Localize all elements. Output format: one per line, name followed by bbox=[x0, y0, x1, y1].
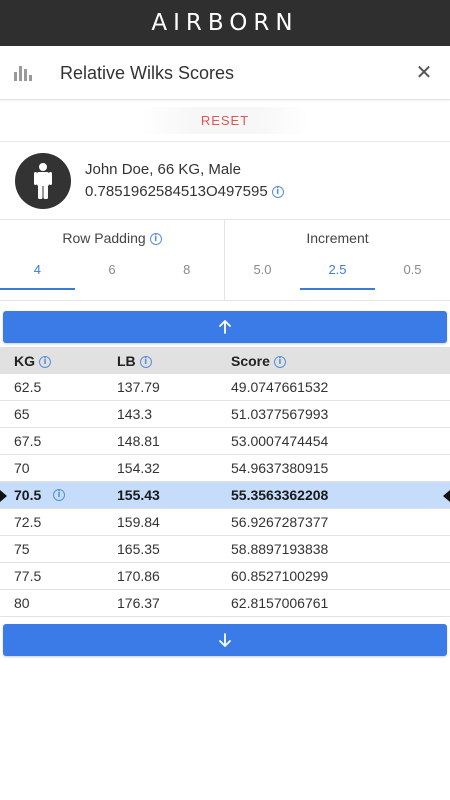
brand-logo: AIRBORN bbox=[151, 10, 299, 36]
reset-row: RESET bbox=[0, 100, 450, 142]
reset-button[interactable]: RESET bbox=[140, 107, 310, 134]
close-icon[interactable]: ✕ bbox=[412, 60, 436, 84]
table-row[interactable]: 65 143.3 51.0377567993 bbox=[0, 401, 450, 428]
increment-option-2-5[interactable]: 2.5 bbox=[300, 258, 375, 290]
cell-kg: 67.5 bbox=[14, 433, 42, 449]
caret-right-icon bbox=[0, 490, 7, 502]
cell-score: 53.0007474454 bbox=[231, 433, 329, 449]
cell-lb: 159.84 bbox=[117, 514, 160, 530]
header-kg-label: KG bbox=[14, 352, 35, 369]
row-padding-option-8[interactable]: 8 bbox=[149, 258, 224, 290]
increment-group: Increment 5.0 2.5 0.5 bbox=[225, 220, 450, 301]
scroll-up-button[interactable] bbox=[3, 311, 447, 343]
table-row[interactable]: 62.5 137.79 49.0747661532 bbox=[0, 374, 450, 401]
info-icon[interactable]: i bbox=[139, 355, 152, 368]
arrow-up-icon bbox=[219, 320, 231, 334]
table-row[interactable]: 75 165.35 58.8897193838 bbox=[0, 536, 450, 563]
info-icon[interactable]: i bbox=[53, 489, 65, 501]
table-row-selected[interactable]: 70.5 i 155.43 55.3563362208 bbox=[0, 482, 450, 509]
cell-kg: 77.5 bbox=[14, 568, 42, 584]
cell-score: 51.0377567993 bbox=[231, 406, 329, 422]
caret-left-icon bbox=[443, 490, 450, 502]
arrow-down-icon bbox=[219, 633, 231, 647]
scroll-down-button[interactable] bbox=[3, 624, 447, 656]
header-kg: KG i bbox=[14, 353, 51, 369]
wilks-coefficient: 0.7851962584513O497595 i bbox=[85, 183, 284, 200]
cell-kg: 72.5 bbox=[14, 514, 42, 530]
cell-kg: 75 bbox=[14, 541, 30, 557]
cell-lb: 148.81 bbox=[117, 433, 160, 449]
cell-score: 58.8897193838 bbox=[231, 541, 329, 557]
cell-score: 54.9637380915 bbox=[231, 460, 329, 476]
cell-kg: 70.5 bbox=[14, 487, 42, 503]
page-title: Relative Wilks Scores bbox=[60, 63, 235, 83]
row-padding-group: Row Padding i 4 6 8 bbox=[0, 220, 225, 301]
cell-lb: 137.79 bbox=[117, 379, 160, 395]
header-score: Score i bbox=[231, 353, 286, 369]
wilks-table: KG i LB i Score i 62.5 137.79 49.0747661532… bbox=[0, 347, 450, 617]
increment-tabs: 5.0 2.5 0.5 bbox=[225, 258, 450, 290]
cell-score: 62.8157006761 bbox=[231, 595, 329, 611]
cell-kg: 65 bbox=[14, 406, 30, 422]
row-padding-tabs: 4 6 8 bbox=[0, 258, 224, 290]
row-padding-label: Row Padding i bbox=[0, 230, 224, 246]
table-row[interactable]: 80 176.37 62.8157006761 bbox=[0, 590, 450, 617]
row-padding-option-4[interactable]: 4 bbox=[0, 258, 75, 290]
cell-lb: 155.43 bbox=[117, 487, 160, 503]
table-row[interactable]: 67.5 148.81 53.0007474454 bbox=[0, 428, 450, 455]
brand-bar: AIRBORN bbox=[0, 0, 450, 46]
cell-kg: 70 bbox=[14, 460, 30, 476]
athlete-name: John Doe, 66 KG, Male bbox=[85, 161, 241, 178]
cell-kg: 62.5 bbox=[14, 379, 42, 395]
increment-option-5-0[interactable]: 5.0 bbox=[225, 258, 300, 290]
cell-score: 60.8527100299 bbox=[231, 568, 329, 584]
cell-score: 49.0747661532 bbox=[231, 379, 329, 395]
row-padding-option-6[interactable]: 6 bbox=[75, 258, 150, 290]
increment-option-0-5[interactable]: 0.5 bbox=[375, 258, 450, 290]
bar-chart-icon bbox=[14, 65, 32, 81]
wilks-coefficient-value: 0.7851962584513O497595 bbox=[85, 183, 268, 200]
header-lb-label: LB bbox=[117, 352, 136, 369]
profile-summary: John Doe, 66 KG, Male 0.7851962584513O49… bbox=[0, 142, 450, 220]
table-header: KG i LB i Score i bbox=[0, 347, 450, 374]
cell-lb: 165.35 bbox=[117, 541, 160, 557]
header-score-label: Score bbox=[231, 352, 270, 369]
cell-lb: 154.32 bbox=[117, 460, 160, 476]
header-lb: LB i bbox=[117, 353, 152, 369]
table-row[interactable]: 70 154.32 54.9637380915 bbox=[0, 455, 450, 482]
table-row[interactable]: 77.5 170.86 60.8527100299 bbox=[0, 563, 450, 590]
info-icon[interactable]: i bbox=[271, 186, 284, 199]
cell-score: 55.3563362208 bbox=[231, 487, 329, 503]
title-bar: Relative Wilks Scores ✕ bbox=[0, 46, 450, 100]
cell-score: 56.9267287377 bbox=[231, 514, 329, 530]
info-icon[interactable]: i bbox=[39, 355, 51, 368]
row-padding-label-text: Row Padding bbox=[62, 230, 146, 246]
options-panel: Row Padding i 4 6 8 Increment 5.0 2.5 0.5 bbox=[0, 220, 450, 301]
cell-lb: 170.86 bbox=[117, 568, 160, 584]
person-icon bbox=[34, 163, 52, 199]
table-row[interactable]: 72.5 159.84 56.9267287377 bbox=[0, 509, 450, 536]
info-icon[interactable]: i bbox=[149, 233, 162, 246]
cell-lb: 143.3 bbox=[117, 406, 153, 422]
cell-kg: 80 bbox=[14, 595, 30, 611]
avatar bbox=[15, 153, 71, 209]
info-icon[interactable]: i bbox=[273, 355, 286, 368]
cell-lb: 176.37 bbox=[117, 595, 160, 611]
increment-label: Increment bbox=[306, 230, 369, 246]
